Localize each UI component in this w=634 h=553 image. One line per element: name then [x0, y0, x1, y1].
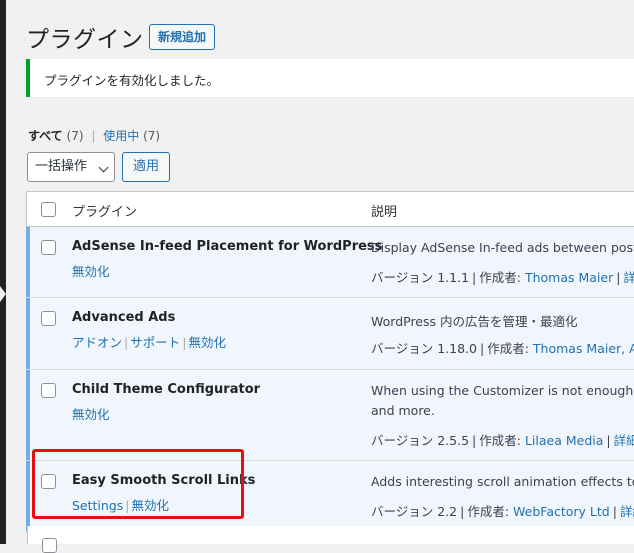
deactivate-link[interactable]: 無効化 [72, 264, 110, 279]
plugin-version: バージョン 2.2 [371, 504, 458, 519]
table-row: Easy Smooth Scroll Links Settings | 無効化 Ad… [26, 461, 634, 532]
filter-active-count: (7) [143, 129, 161, 143]
author-label: 作成者: [487, 341, 529, 356]
apply-button[interactable]: 適用 [122, 152, 170, 182]
details-link[interactable]: 詳細 [620, 504, 634, 519]
author-link[interactable]: WebFactory Ltd [513, 504, 610, 519]
author-link[interactable]: Thomas Maier, Adv [533, 341, 634, 356]
admin-sidebar-edge [0, 0, 6, 544]
notice-text: プラグインを有効化しました。 [44, 73, 220, 88]
row-checkbox[interactable] [42, 538, 57, 553]
author-label: 作成者: [479, 433, 521, 448]
table-row: Child Theme Configurator 無効化 When using … [26, 370, 634, 461]
bulk-action-selected: 一括操作 [35, 159, 88, 174]
plugin-description: Display AdSense In-feed ads between post… [371, 240, 634, 255]
success-notice: プラグインを有効化しました。 [26, 59, 634, 97]
author-label: 作成者: [467, 504, 510, 519]
plugin-description: When using the Customizer is not enough … [371, 383, 634, 398]
table-row: Advanced Ads アドオン | サポート | 無効化 WordPress 内の広… [26, 298, 634, 370]
row-actions: 無効化 [72, 404, 110, 423]
author-label: 作成者: [479, 270, 521, 285]
plugin-version: バージョン 2.5.5 [371, 433, 470, 448]
author-link[interactable]: Lilaea Media [525, 433, 603, 448]
chevron-down-icon [98, 162, 109, 173]
plugin-name: Advanced Ads [72, 310, 176, 325]
column-header-description: 説明 [371, 205, 398, 220]
plugin-meta: バージョン 2.5.5|作成者: Lilaea Media|詳細を [371, 430, 634, 449]
plugin-name: Easy Smooth Scroll Links [72, 473, 256, 488]
bulk-action-select[interactable]: 一括操作 [27, 152, 115, 182]
settings-link[interactable]: Settings [72, 498, 123, 513]
plugin-version: バージョン 1.1.1 [371, 270, 470, 285]
row-checkbox[interactable] [41, 240, 56, 255]
table-row: AdSense In-feed Placement for WordPress … [26, 227, 634, 298]
support-link[interactable]: サポート [130, 335, 180, 350]
deactivate-link[interactable]: 無効化 [132, 498, 170, 513]
row-actions: Settings | 無効化 [72, 498, 170, 513]
row-checkbox[interactable] [41, 383, 56, 398]
table-row-partial [27, 526, 634, 553]
deactivate-link[interactable]: 無効化 [72, 407, 110, 422]
filter-active[interactable]: 使用中 [103, 129, 139, 143]
status-filters: すべて (7) | 使用中 (7) [28, 127, 160, 144]
plugin-description-continued: and more. [371, 403, 435, 418]
filter-all-count: (7) [66, 129, 84, 143]
filter-all[interactable]: すべて [28, 129, 63, 143]
row-actions: 無効化 [72, 261, 110, 280]
page-title: プラグイン [26, 27, 144, 53]
plugins-table: プラグイン 説明 AdSense In-feed Placement for W… [26, 191, 634, 533]
plugin-meta: バージョン 1.1.1|作成者: Thomas Maier|詳細 [371, 267, 634, 286]
details-link[interactable]: 詳細 [623, 270, 634, 285]
column-header-plugin[interactable]: プラグイン [72, 201, 137, 220]
author-link[interactable]: Thomas Maier [525, 270, 613, 285]
plugin-name: AdSense In-feed Placement for WordPress [72, 239, 383, 254]
current-menu-indicator [0, 286, 6, 302]
table-header: プラグイン 説明 [27, 192, 634, 227]
plugin-description: WordPress 内の広告を管理・最適化 [371, 314, 578, 329]
row-checkbox[interactable] [41, 474, 56, 489]
plugin-description: Adds interesting scroll animation effect… [371, 474, 634, 489]
deactivate-link[interactable]: 無効化 [188, 335, 226, 350]
plugin-meta: バージョン 1.18.0|作成者: Thomas Maier, Adv [371, 338, 634, 357]
filter-separator: | [91, 129, 96, 143]
add-new-button[interactable]: 新規追加 [149, 24, 216, 50]
addons-link[interactable]: アドオン [72, 335, 122, 350]
plugins-page: プラグイン 新規追加 プラグインを有効化しました。 すべて (7) | 使用中 … [26, 0, 634, 544]
plugin-meta: バージョン 2.2|作成者: WebFactory Ltd|詳細 [371, 501, 634, 520]
select-all-checkbox[interactable] [41, 202, 56, 217]
plugin-version: バージョン 1.18.0 [371, 341, 477, 356]
row-checkbox[interactable] [41, 311, 56, 326]
plugin-name: Child Theme Configurator [72, 382, 261, 397]
row-actions: アドオン | サポート | 無効化 [72, 335, 226, 350]
details-link[interactable]: 詳細を [614, 433, 634, 448]
